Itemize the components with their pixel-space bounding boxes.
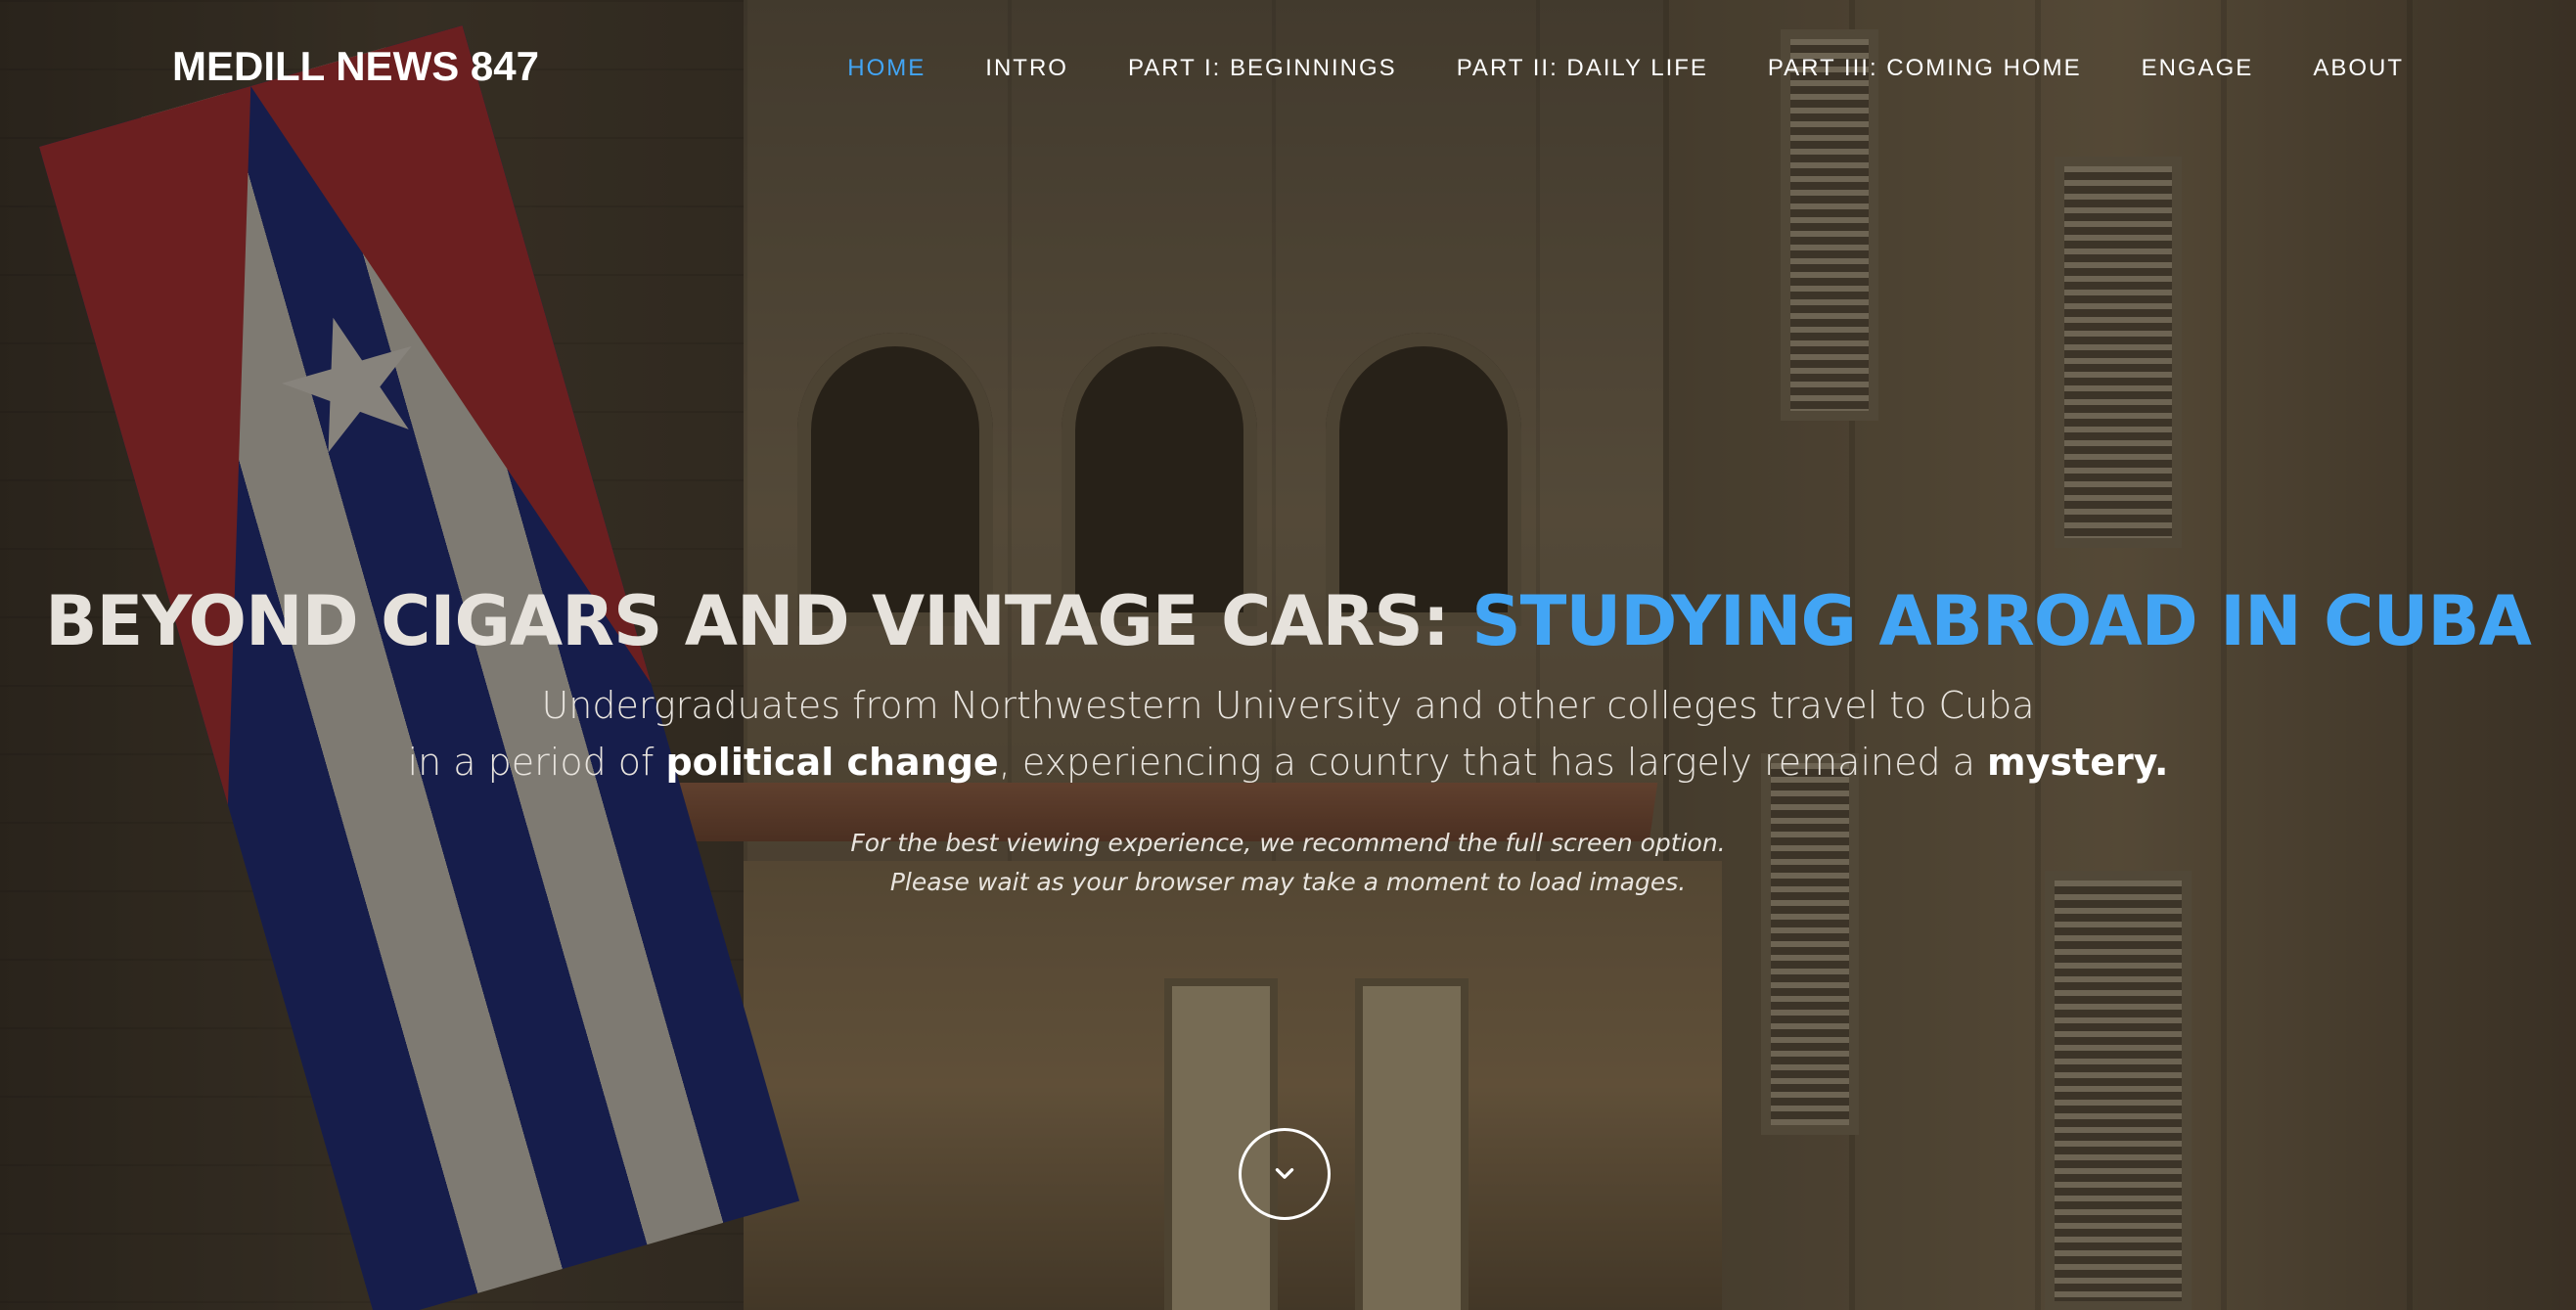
hero-subtitle-line1: Undergraduates from Northwestern Univers… [541, 684, 2035, 727]
scroll-down-button[interactable] [1239, 1128, 1331, 1220]
nav-link-part-2-daily-life[interactable]: PART II: DAILY LIFE [1457, 55, 1708, 81]
hero-title-plain: BEYOND CIGARS AND VINTAGE CARS: [45, 581, 1472, 661]
viewing-note: For the best viewing experience, we reco… [0, 824, 2576, 902]
nav-link-part-1-beginnings[interactable]: PART I: BEGINNINGS [1128, 55, 1397, 81]
nav-item-home: HOME [847, 55, 926, 82]
hero-subtitle-line2-c: , experiencing a country that has largel… [998, 741, 1988, 784]
top-navbar: MEDILL NEWS 847 HOME INTRO PART I: BEGIN… [0, 0, 2576, 142]
nav-item-part-3: PART III: COMING HOME [1768, 55, 2082, 82]
viewing-note-line2: Please wait as your browser may take a m… [889, 868, 1687, 896]
chevron-down-icon [1275, 1168, 1294, 1179]
nav-link-intro[interactable]: INTRO [985, 55, 1068, 81]
hero-title: BEYOND CIGARS AND VINTAGE CARS: STUDYING… [0, 577, 2576, 665]
hero-subtitle: Undergraduates from Northwestern Univers… [0, 677, 2576, 791]
nav-item-about: ABOUT [2313, 55, 2404, 82]
nav-menu: HOME INTRO PART I: BEGINNINGS PART II: D… [788, 55, 2404, 82]
nav-link-part-3-coming-home[interactable]: PART III: COMING HOME [1768, 55, 2082, 81]
nav-link-home[interactable]: HOME [847, 55, 926, 81]
hero-subtitle-emphasis-mystery: mystery. [1987, 741, 2169, 784]
nav-item-part-2: PART II: DAILY LIFE [1457, 55, 1708, 82]
viewing-note-line1: For the best viewing experience, we reco… [850, 829, 1726, 857]
nav-link-engage[interactable]: ENGAGE [2142, 55, 2254, 81]
hero-section: BEYOND CIGARS AND VINTAGE CARS: STUDYING… [0, 577, 2576, 902]
nav-item-intro: INTRO [985, 55, 1068, 82]
hero-subtitle-emphasis-political-change: political change [665, 741, 999, 784]
hero-subtitle-line2-a: in a period of [407, 741, 666, 784]
nav-item-engage: ENGAGE [2142, 55, 2254, 82]
hero-title-accent: STUDYING ABROAD IN CUBA [1471, 581, 2532, 661]
nav-link-about[interactable]: ABOUT [2313, 55, 2404, 81]
nav-item-part-1: PART I: BEGINNINGS [1128, 55, 1397, 82]
site-brand-link[interactable]: MEDILL NEWS 847 [172, 43, 539, 90]
